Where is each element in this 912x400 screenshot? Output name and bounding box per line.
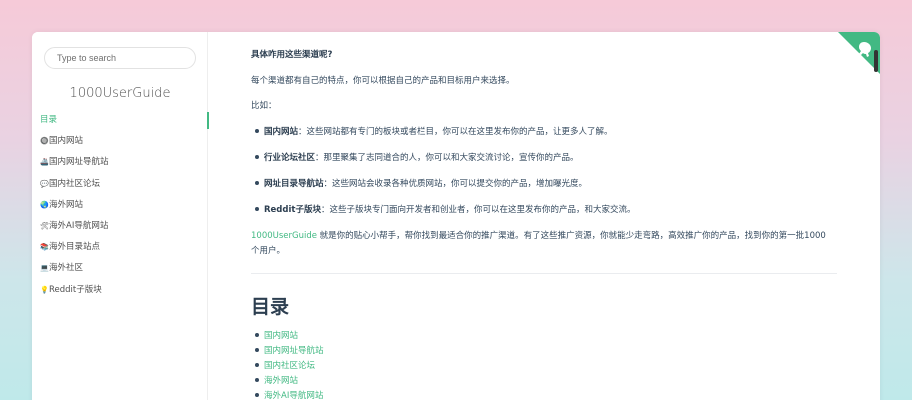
sidebar-item-label: 海外AI导航网站 [49,220,109,231]
outro-text: 就是你的贴心小帮手，帮你找到最适合你的推广渠道。有了这些推广资源，你就能少走弯路… [316,231,826,241]
bullet-text: ：这些网站会收录各种优质网站，你可以提交你的产品，增加曝光度。 [323,179,588,189]
sidebar-item-domestic-forums[interactable]: 💬国内社区论坛 [32,174,208,195]
sidebar-nav: 目录 🔘国内网站 🚢国内网址导航站 💬国内社区论坛 🌏海外网站 🛠海外AI导航网… [32,110,209,301]
sidebar-item-overseas-sites[interactable]: 🌏海外网站 [32,195,208,216]
sidebar-item-label: 国内社区论坛 [49,178,101,189]
list-item: 行业论坛社区：那里聚集了志同道合的人，你可以和大家交流讨论，宣传你的产品。 [255,151,579,163]
toc-heading: 目录 [251,296,290,318]
outro-paragraph: 1000UserGuide 就是你的贴心小帮手，帮你找到最适合你的推广渠道。有了… [251,229,826,241]
sidebar-item-toc[interactable]: 目录 [32,110,209,131]
outro-paragraph-line2: 个用户。 [251,246,286,256]
ship-icon: 🚢 [40,158,49,167]
intro-paragraph: 每个渠道都有自己的特点，你可以根据自己的产品和目标用户来选择。 [251,76,515,86]
bullet-lead: 国内网站 [264,127,299,137]
laptop-icon: 💻 [40,264,49,273]
sidebar-item-label: Reddit子版块 [49,284,102,295]
books-icon: 📚 [40,243,49,252]
bullet-text: ：这些子版块专门面向开发者和创业者，你可以在这里发布你的产品，和大家交流。 [320,205,636,215]
app-name[interactable]: 1000UserGuide [32,86,208,101]
radio-button-icon: 🔘 [40,137,49,146]
list-item: 网址目录导航站：这些网站会收录各种优质网站，你可以提交你的产品，增加曝光度。 [254,177,588,189]
sidebar-item-overseas-communities[interactable]: 💻海外社区 [32,258,208,279]
list-item: Reddit子版块：这些子版块专门面向开发者和创业者，你可以在这里发布你的产品，… [254,203,636,215]
sidebar-item-reddit[interactable]: 💡Reddit子版块 [32,280,208,301]
section-question: 具体咋用这些渠道呢? [251,50,333,60]
sidebar-item-label: 国内网站 [49,136,84,147]
sidebar-item-label: 海外网站 [49,199,84,210]
toc-link-overseas-sites[interactable]: 海外网站 [254,374,298,386]
list-item: 国内网站：这些网站都有专门的板块或者栏目，你可以在这里发布你的产品，让更多人了解… [255,125,613,137]
divider [251,273,837,274]
sidebar-item-overseas-ai-nav[interactable]: 🛠海外AI导航网站 [32,216,208,237]
bullet-lead: 网址目录导航站 [264,179,324,189]
toc-link-overseas-ai-nav[interactable]: 海外AI导航网站 [254,389,323,400]
scrollbar[interactable] [874,50,878,72]
bullet-text: ：这些网站都有专门的板块或者栏目，你可以在这里发布你的产品，让更多人了解。 [298,127,613,137]
sidebar-item-label: 海外社区 [49,263,84,274]
lightbulb-icon: 💡 [40,285,49,294]
toc-link-domestic-sites[interactable]: 国内网站 [254,329,298,341]
sidebar-item-label: 国内网址导航站 [49,157,109,168]
toc-link-domestic-nav-sites[interactable]: 国内网址导航站 [255,344,324,356]
sidebar-item-label: 目录 [40,115,58,125]
app-link[interactable]: 1000UserGuide [251,231,317,241]
bullet-lead: Reddit子版块 [264,205,321,215]
globe-icon: 🌏 [40,200,49,209]
example-label: 比如： [251,101,277,111]
tools-icon: 🛠 [40,221,49,230]
sidebar-item-label: 海外目录站点 [49,242,101,253]
bullet-lead: 行业论坛社区 [264,153,316,163]
app-window: 1000UserGuide 目录 🔘国内网站 🚢国内网址导航站 💬国内社区论坛 … [32,32,880,400]
main-content: 具体咋用这些渠道呢? 每个渠道都有自己的特点，你可以根据自己的产品和目标用户来选… [251,32,841,400]
sidebar-item-domestic-nav-sites[interactable]: 🚢国内网址导航站 [32,152,208,173]
sidebar-item-overseas-directories[interactable]: 📚海外目录站点 [32,237,208,258]
speech-bubble-icon: 💬 [40,179,49,188]
sidebar-item-domestic-sites[interactable]: 🔘国内网站 [32,131,208,152]
bullet-text: ：那里聚集了志同道合的人，你可以和大家交流讨论，宣传你的产品。 [315,153,579,163]
toc-link-domestic-forums[interactable]: 国内社区论坛 [254,359,315,371]
search-input[interactable] [44,47,196,69]
sidebar: 1000UserGuide 目录 🔘国内网站 🚢国内网址导航站 💬国内社区论坛 … [32,32,209,400]
